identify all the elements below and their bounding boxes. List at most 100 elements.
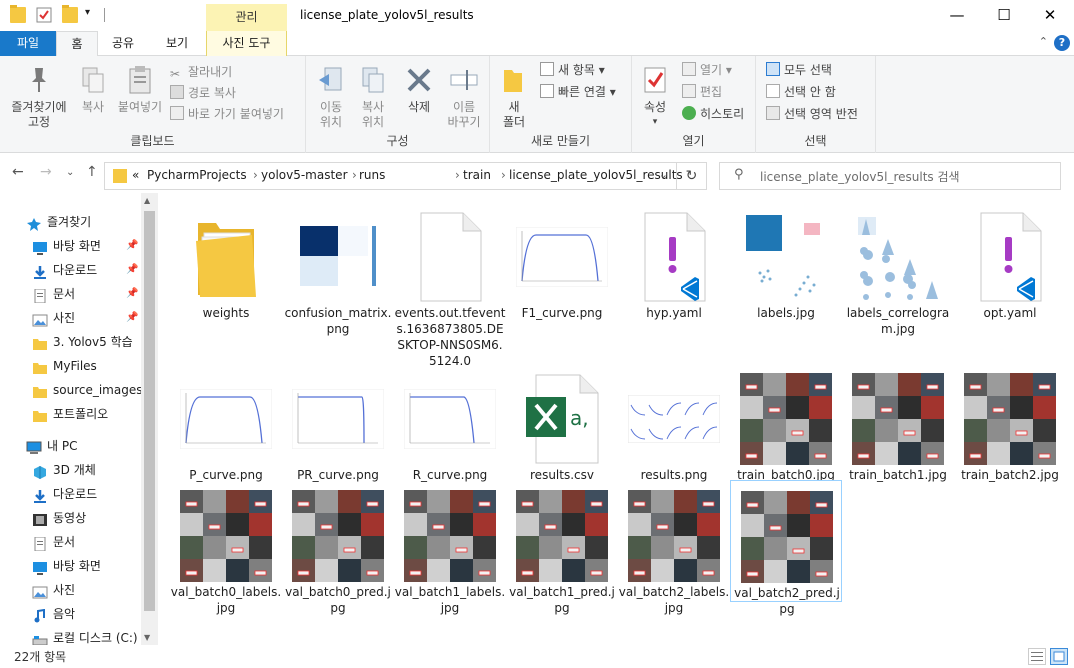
history-button[interactable]: 히스토리 — [682, 104, 744, 124]
nav-item[interactable]: 문서 📌 — [0, 282, 142, 306]
breadcrumb-separator-icon[interactable]: › — [253, 168, 258, 182]
nav-item[interactable]: source_images — [0, 378, 142, 402]
nav-item[interactable]: 문서 — [0, 530, 142, 554]
file-item[interactable]: a, results.csv — [506, 363, 618, 482]
up-arrow-icon[interactable]: ↑ — [86, 164, 98, 180]
file-item[interactable]: R_curve.png — [394, 363, 506, 482]
new-folder-icon[interactable] — [62, 5, 78, 23]
breadcrumb-separator-icon[interactable]: › — [501, 168, 506, 182]
tab-file[interactable]: 파일 — [0, 31, 56, 56]
file-item[interactable]: val_batch2_labels.jpg — [618, 480, 730, 615]
nav-item[interactable]: 3D 개체 — [0, 458, 142, 482]
pin-icon[interactable]: 📌 — [126, 258, 138, 282]
search-input[interactable]: ⚲ license_plate_yolov5l_results 검색 — [719, 162, 1061, 190]
copy-to-button[interactable]: 복사 위치 — [352, 64, 394, 130]
new-item-button[interactable]: 새 항목 ▾ — [540, 60, 605, 80]
breadcrumb-item[interactable]: train — [463, 168, 491, 182]
file-item[interactable]: opt.yaml — [954, 201, 1066, 320]
nav-item[interactable]: 포트폴리오 — [0, 402, 142, 426]
recent-locations-icon[interactable]: ⌄ — [66, 167, 74, 178]
scroll-up-icon[interactable]: ▲ — [144, 196, 150, 205]
maximize-button[interactable]: ☐ — [981, 0, 1027, 31]
select-none-button[interactable]: 선택 안 함 — [766, 82, 836, 102]
rename-button[interactable]: 이름 바꾸기 — [442, 64, 486, 130]
paste-shortcut-button[interactable]: 바로 가기 붙여넣기 — [170, 104, 284, 124]
address-dropdown-icon[interactable]: ⌄ — [659, 168, 668, 181]
breadcrumb-item[interactable]: yolov5-master — [261, 168, 348, 182]
nav-item[interactable]: 사진 — [0, 578, 142, 602]
nav-item[interactable]: 로컬 디스크 (C:) — [0, 626, 142, 645]
refresh-icon[interactable]: ↻ — [677, 162, 707, 190]
ribbon-collapse-icon[interactable]: ⌃ — [1039, 35, 1048, 48]
copy-button[interactable]: 복사 — [72, 64, 114, 115]
file-item[interactable]: labels.jpg — [730, 201, 842, 320]
pin-icon[interactable]: 📌 — [126, 234, 138, 258]
file-item[interactable]: train_batch2.jpg — [954, 363, 1066, 482]
file-item[interactable]: val_batch1_pred.jpg — [506, 480, 618, 615]
file-item[interactable]: val_batch1_labels.jpg — [394, 480, 506, 615]
edit-button[interactable]: 편집 — [682, 82, 722, 102]
address-bar[interactable]: « PycharmProjects › yolov5-master › runs › tra… — [104, 162, 683, 190]
new-folder-button[interactable]: 새 폴더 — [496, 64, 532, 130]
file-item[interactable]: labels_correlogram.jpg — [842, 201, 954, 336]
file-item[interactable]: F1_curve.png — [506, 201, 618, 320]
paste-button[interactable]: 붙여넣기 — [114, 64, 166, 115]
move-to-button[interactable]: 이동 위치 — [310, 64, 352, 130]
nav-item[interactable]: 바탕 화면 — [0, 554, 142, 578]
pin-icon[interactable]: 📌 — [126, 282, 138, 306]
file-item[interactable]: results.png — [618, 363, 730, 482]
nav-item[interactable]: 내 PC — [0, 434, 142, 458]
nav-item[interactable]: 바탕 화면 📌 — [0, 234, 142, 258]
tab-share[interactable]: 공유 — [100, 31, 146, 56]
file-item[interactable]: PR_curve.png — [282, 363, 394, 482]
file-item[interactable]: P_curve.png — [170, 363, 282, 482]
minimize-button[interactable]: — — [934, 0, 980, 31]
properties-button[interactable]: 속성 ▾ — [636, 64, 674, 130]
tab-home[interactable]: 홈 — [56, 31, 98, 57]
scroll-down-icon[interactable]: ▼ — [144, 633, 150, 642]
file-item[interactable]: val_batch0_pred.jpg — [282, 480, 394, 615]
file-item[interactable]: train_batch0.jpg — [730, 363, 842, 482]
tab-picture-tools[interactable]: 사진 도구 — [206, 31, 287, 56]
file-item[interactable]: confusion_matrix.png — [282, 201, 394, 336]
file-item[interactable]: events.out.tfevents.1636873805.DESKTOP-N… — [394, 201, 506, 368]
nav-item[interactable]: MyFiles — [0, 354, 142, 378]
back-arrow-icon[interactable]: ← — [12, 164, 24, 180]
nav-item[interactable]: 3. Yolov5 학습 — [0, 330, 142, 354]
nav-item[interactable]: 사진 📌 — [0, 306, 142, 330]
large-icons-view-icon[interactable] — [1050, 648, 1068, 665]
details-view-icon[interactable] — [1028, 648, 1046, 665]
nav-item[interactable]: 동영상 — [0, 506, 142, 530]
file-item[interactable]: train_batch1.jpg — [842, 363, 954, 482]
pin-icon[interactable]: 📌 — [126, 306, 138, 330]
nav-item[interactable]: 즐겨찾기 — [0, 210, 142, 234]
cut-button[interactable]: ✂ 잘라내기 — [170, 62, 232, 82]
properties-check-icon[interactable] — [36, 7, 52, 23]
close-button[interactable]: ✕ — [1027, 0, 1073, 31]
open-button[interactable]: 열기 ▾ — [682, 60, 732, 80]
nav-item[interactable]: 다운로드 — [0, 482, 142, 506]
forward-arrow-icon[interactable]: → — [40, 164, 52, 180]
breadcrumb-item[interactable]: license_plate_yolov5l_results — [509, 168, 683, 182]
address-overflow[interactable]: « — [132, 168, 139, 182]
pin-quick-access-button[interactable]: 즐겨찾기에 고정 — [4, 64, 74, 130]
nav-item[interactable]: 음악 — [0, 602, 142, 626]
delete-button[interactable]: 삭제 — [400, 64, 438, 115]
breadcrumb-item[interactable]: PycharmProjects — [147, 168, 247, 182]
nav-item[interactable]: 다운로드 📌 — [0, 258, 142, 282]
select-all-button[interactable]: 모두 선택 — [766, 60, 832, 80]
invert-selection-button[interactable]: 선택 영역 반전 — [766, 104, 858, 124]
help-icon[interactable]: ? — [1054, 35, 1070, 51]
nav-scrollbar-thumb[interactable] — [144, 211, 155, 611]
breadcrumb-separator-icon[interactable]: › — [352, 168, 357, 182]
copy-path-button[interactable]: 경로 복사 — [170, 83, 236, 103]
file-item[interactable]: val_batch2_pred.jpg — [730, 480, 842, 616]
tab-view[interactable]: 보기 — [152, 31, 202, 56]
breadcrumb-item[interactable]: runs — [359, 168, 385, 182]
file-item[interactable]: hyp.yaml — [618, 201, 730, 320]
breadcrumb-separator-icon[interactable]: › — [455, 168, 460, 182]
file-item[interactable]: weights — [170, 201, 282, 320]
easy-access-button[interactable]: 빠른 연결 ▾ — [540, 82, 616, 102]
customize-quick-access-icon[interactable]: ▾ — [85, 7, 101, 23]
file-item[interactable]: val_batch0_labels.jpg — [170, 480, 282, 615]
